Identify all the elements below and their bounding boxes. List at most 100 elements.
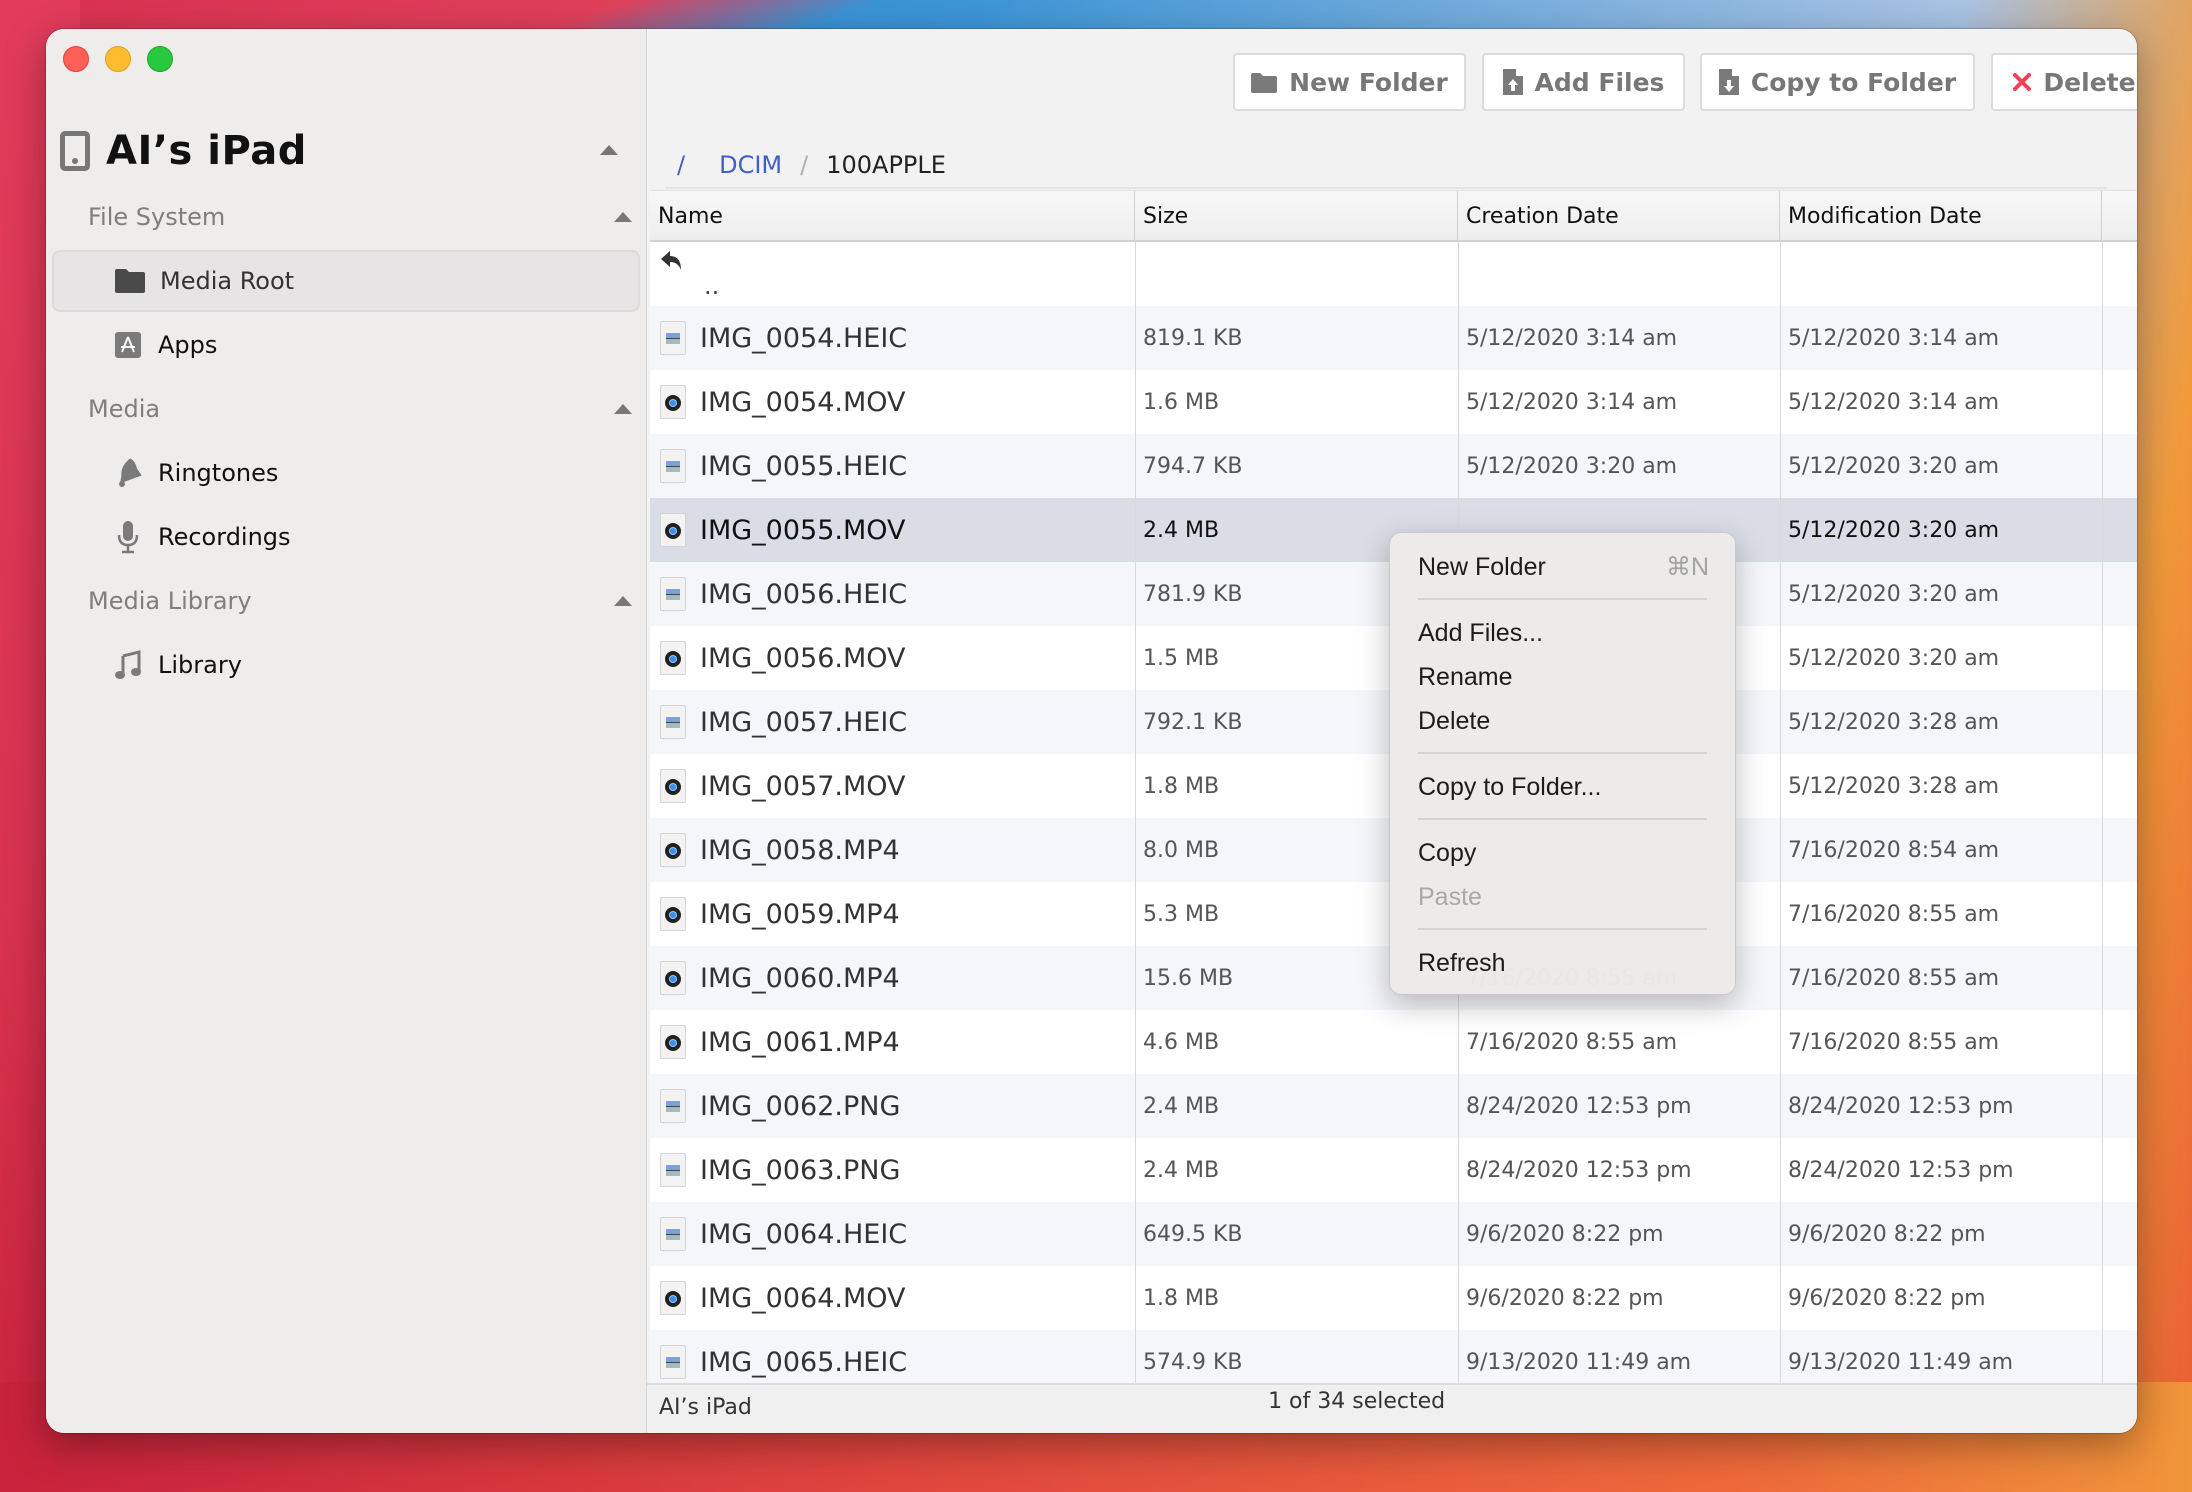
image-file-icon [660,577,686,611]
collapse-triangle-icon[interactable] [614,212,632,222]
video-file-icon [660,1025,686,1059]
bell-icon [112,457,144,489]
sidebar-item-label: Library [158,651,242,679]
button-label: New Folder [1289,67,1448,97]
file-name: IMG_0057.HEIC [700,706,908,738]
collapse-triangle-icon[interactable] [614,596,632,606]
table-row[interactable]: IMG_0055.HEIC 794.7 KB 5/12/2020 3:20 am 5/… [650,434,2137,498]
cell-size: 4.6 MB [1143,1029,1220,1055]
close-window-button[interactable] [63,46,89,72]
image-file-icon [660,449,686,483]
status-selection-count: 1 of 34 selected [1268,1389,1446,1414]
cell-name: IMG_0064.MOV [650,1266,1135,1330]
video-file-icon [660,641,686,675]
column-header-size[interactable]: Size [1135,191,1458,241]
breadcrumb-dcim[interactable]: DCIM [719,151,782,179]
cell-modified: 5/12/2020 3:28 am [1788,773,2000,799]
table-row[interactable]: IMG_0064.HEIC 649.5 KB 9/6/2020 8:22 pm 9/6… [650,1202,2137,1266]
device-name: AI’s iPad [106,128,307,174]
sidebar-item-apps[interactable]: Apps [52,314,640,376]
cell-name: IMG_0060.MP4 [650,946,1135,1010]
menu-item-add-files[interactable]: Add Files... [1418,613,1709,653]
table-row[interactable]: IMG_0061.MP4 4.6 MB 7/16/2020 8:55 am 7/16/… [650,1010,2137,1074]
cell-modified: 7/16/2020 8:55 am [1788,965,2000,991]
section-file-system[interactable]: File System [88,197,632,237]
cell-name: IMG_0055.HEIC [650,434,1135,498]
menu-item-copy[interactable]: Copy [1418,833,1709,873]
menu-item-label: Copy [1418,838,1477,867]
table-row[interactable]: IMG_0054.HEIC 819.1 KB 5/12/2020 3:14 am 5/… [650,306,2137,370]
cell-modified: 5/12/2020 3:28 am [1788,709,2000,735]
file-name: IMG_0060.MP4 [700,962,900,994]
table-row[interactable]: IMG_0063.PNG 2.4 MB 8/24/2020 12:53 pm 8/24… [650,1138,2137,1202]
cell-name: IMG_0063.PNG [650,1138,1135,1202]
file-name: IMG_0055.MOV [700,514,906,546]
sidebar-item-ringtones[interactable]: Ringtones [52,442,640,504]
cell-modified: 5/12/2020 3:20 am [1788,645,2000,671]
button-label: Add Files [1534,67,1665,97]
delete-button[interactable]: Delete [1991,53,2137,111]
sidebar-item-recordings[interactable]: Recordings [52,506,640,568]
file-name: IMG_0064.HEIC [700,1218,908,1250]
menu-item-delete[interactable]: Delete [1418,701,1709,741]
collapse-triangle-icon[interactable] [614,404,632,414]
column-divider [1135,242,1136,1414]
parent-directory-row[interactable]: .. [650,242,2137,306]
folder-icon [114,265,146,297]
cell-name: IMG_0056.HEIC [650,562,1135,626]
column-header-modification-date[interactable]: Modification Date [1780,191,2102,241]
table-row[interactable]: IMG_0064.MOV 1.8 MB 9/6/2020 8:22 pm 9/6/20… [650,1266,2137,1330]
menu-item-label: New Folder [1418,552,1546,581]
video-file-icon [660,513,686,547]
cell-created: 8/24/2020 12:53 pm [1466,1157,1692,1183]
cell-size: 1.8 MB [1143,1285,1220,1311]
video-file-icon [660,1281,686,1315]
sidebar-item-label: Media Root [160,267,295,295]
cell-modified: 5/12/2020 3:14 am [1788,325,2000,351]
cell-name: IMG_0056.MOV [650,626,1135,690]
sidebar-item-label: Ringtones [158,459,279,487]
cell-modified: 5/12/2020 3:20 am [1788,517,2000,543]
device-header[interactable]: AI’s iPad [60,121,632,181]
cell-modified: 7/16/2020 8:55 am [1788,1029,2000,1055]
cell-name: IMG_0057.MOV [650,754,1135,818]
table-row[interactable]: IMG_0062.PNG 2.4 MB 8/24/2020 12:53 pm 8/24… [650,1074,2137,1138]
file-name: IMG_0063.PNG [700,1154,901,1186]
minimize-window-button[interactable] [105,46,131,72]
file-name: IMG_0062.PNG [700,1090,901,1122]
microphone-icon [112,521,144,554]
cell-name: IMG_0057.HEIC [650,690,1135,754]
menu-item-label: Add Files... [1418,618,1544,647]
breadcrumb-root[interactable]: / [677,151,685,179]
copy-to-folder-button[interactable]: Copy to Folder [1700,53,1975,111]
cell-modified: 5/12/2020 3:20 am [1788,581,2000,607]
collapse-triangle-icon[interactable] [600,145,618,155]
zoom-window-button[interactable] [147,46,173,72]
section-media[interactable]: Media [88,389,632,429]
cell-name: IMG_0064.HEIC [650,1202,1135,1266]
add-files-button[interactable]: Add Files [1482,53,1685,111]
column-divider [1780,242,1781,1414]
new-folder-button[interactable]: New Folder [1233,53,1466,111]
breadcrumb: / DCIM / 100APPLE [677,151,946,179]
file-name: IMG_0057.MOV [700,770,906,802]
section-media-library[interactable]: Media Library [88,581,632,621]
back-arrow-icon [660,250,684,276]
sidebar-item-media-root[interactable]: Media Root [52,250,640,312]
cell-name: IMG_0055.MOV [650,498,1135,562]
column-header-name[interactable]: Name [650,191,1135,241]
image-file-icon [660,1217,686,1251]
menu-item-rename[interactable]: Rename [1418,657,1709,697]
file-name: IMG_0054.HEIC [700,322,908,354]
sidebar-item-library[interactable]: Library [52,634,640,696]
table-row[interactable]: IMG_0054.MOV 1.6 MB 5/12/2020 3:14 am 5/12/… [650,370,2137,434]
file-download-icon [1718,69,1739,95]
menu-item-new-folder[interactable]: New Folder ⌘N [1418,547,1709,587]
menu-item-refresh[interactable]: Refresh [1418,943,1709,983]
cell-modified: 9/6/2020 8:22 pm [1788,1221,1986,1247]
menu-item-copy-to-folder[interactable]: Copy to Folder... [1418,767,1709,807]
status-bar: AI’s iPad 1 of 34 selected [647,1383,2137,1433]
cell-name: IMG_0054.HEIC [650,306,1135,370]
cell-modified: 7/16/2020 8:55 am [1788,901,2000,927]
column-header-creation-date[interactable]: Creation Date [1458,191,1780,241]
